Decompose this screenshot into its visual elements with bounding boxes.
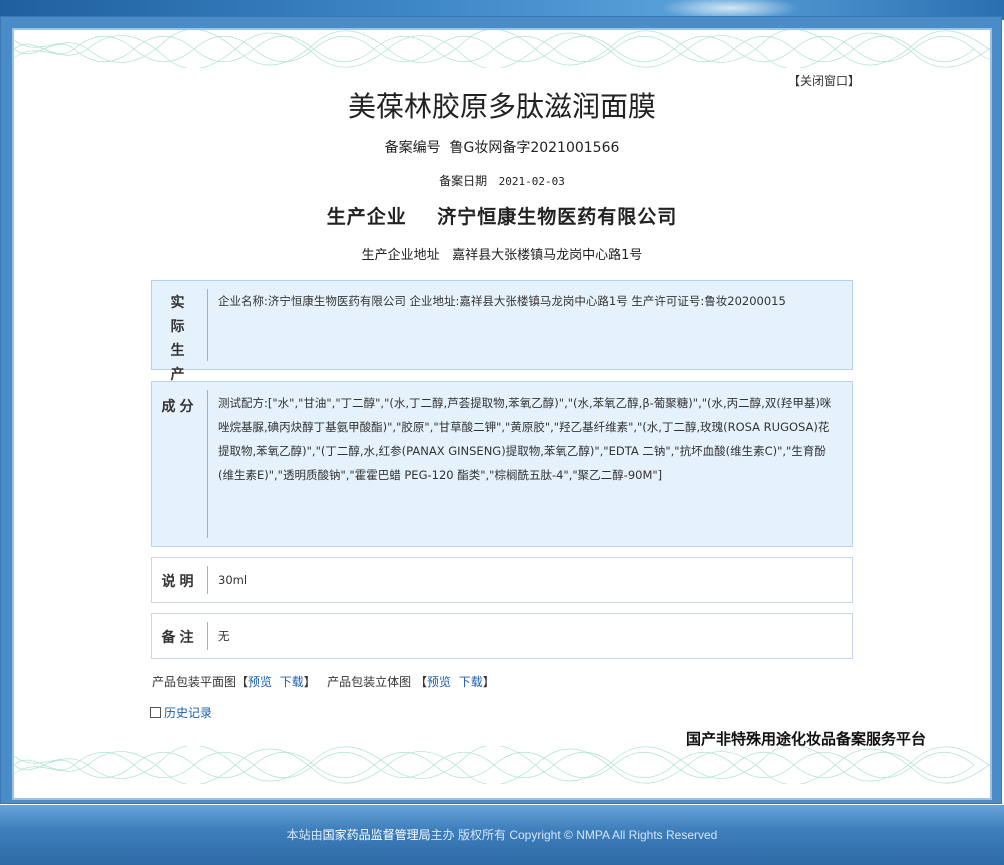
filing-date: 备案日期 2021-02-03 xyxy=(0,172,1004,189)
section-actual-company: 实际生产企业 企业名称:济宁恒康生物医药有限公司 企业地址:嘉祥县大张楼镇马龙岗… xyxy=(151,280,853,431)
platform-name: 国产非特殊用途化妆品备案服务平台 xyxy=(686,730,927,748)
footer-org: 国家药品监督管理局 xyxy=(322,828,431,842)
bracket: 】 xyxy=(303,675,316,689)
footer-prefix: 本站由 xyxy=(286,828,323,842)
footer-copyright: 本站由国家药品监督管理局主办 版权所有 Copyright © NMPA All… xyxy=(0,826,1004,843)
manufacturer: 生产企业 济宁恒康生物医药有限公司 xyxy=(0,202,1004,229)
stereo-download-link[interactable]: 下载 xyxy=(459,675,483,689)
stereo-preview-link[interactable]: 预览 xyxy=(427,675,451,689)
section-description: 说明 30ml xyxy=(151,557,853,603)
bracket: 【 xyxy=(236,675,249,689)
section-remarks: 备注 无 xyxy=(151,613,853,659)
footer-suffix: 主办 版权所有 Copyright © NMPA All Rights Rese… xyxy=(430,828,718,842)
bracket: 【 xyxy=(415,675,428,689)
section-divider xyxy=(207,289,208,361)
filing-date-value: 2021-02-03 xyxy=(498,175,565,188)
registration-value: 鲁G妆网备字2021001566 xyxy=(449,140,620,156)
section-label-remarks: 备注 xyxy=(161,630,198,646)
footer: 本站由国家药品监督管理局主办 版权所有 Copyright © NMPA All… xyxy=(0,805,1004,865)
section-ingredients: 成分 测试配方:["水","甘油","丁二醇","(水,丁二醇,芦荟提取物,苯氧… xyxy=(151,381,853,547)
manufacturer-label: 生产企业 xyxy=(326,206,407,228)
registration-label: 备案编号 xyxy=(384,140,441,156)
actual-company-text: 企业名称:济宁恒康生物医药有限公司 企业地址:嘉祥县大张楼镇马龙岗中心路1号 生… xyxy=(218,294,786,308)
flat-download-link[interactable]: 下载 xyxy=(280,675,304,689)
section-label-ingredients: 成分 xyxy=(161,399,198,415)
section-divider xyxy=(207,622,208,650)
package-stereo-label: 产品包装立体图 xyxy=(327,675,412,689)
history-link[interactable]: 历史记录 xyxy=(150,704,212,721)
section-divider xyxy=(207,566,208,594)
remarks-text: 无 xyxy=(218,629,230,643)
flat-preview-link[interactable]: 预览 xyxy=(248,675,272,689)
description-text: 30ml xyxy=(218,573,248,587)
manufacturer-name: 济宁恒康生物医药有限公司 xyxy=(437,206,678,228)
decorative-guilloche-bottom xyxy=(14,746,990,784)
package-images-row: 产品包装平面图【预览 下载】 产品包装立体图 【预览 下载】 xyxy=(152,673,495,690)
product-title: 美葆林胶原多肽滋润面膜 xyxy=(347,90,656,123)
registration-number: 备案编号 鲁G妆网备字2021001566 xyxy=(0,137,1004,157)
decorative-guilloche-top xyxy=(14,30,990,68)
history-label: 历史记录 xyxy=(164,706,213,720)
ingredients-text: 测试配方:["水","甘油","丁二醇","(水,丁二醇,芦荟提取物,苯氧乙醇)… xyxy=(218,396,832,482)
filing-date-label: 备案日期 xyxy=(439,174,488,188)
section-label-description: 说明 xyxy=(161,574,198,590)
manufacturer-address-value: 嘉祥县大张楼镇马龙岗中心路1号 xyxy=(452,248,643,263)
history-icon xyxy=(150,707,161,718)
manufacturer-address: 生产企业地址 嘉祥县大张楼镇马龙岗中心路1号 xyxy=(0,244,1004,263)
section-divider xyxy=(207,390,208,538)
package-flat-label: 产品包装平面图 xyxy=(152,675,237,689)
bracket: 】 xyxy=(482,675,495,689)
manufacturer-address-label: 生产企业地址 xyxy=(361,248,440,263)
